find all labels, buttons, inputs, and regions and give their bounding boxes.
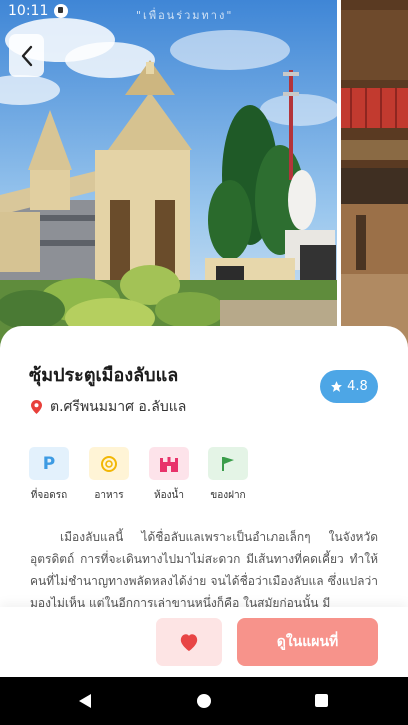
nav-home-icon[interactable]: [197, 694, 211, 708]
place-description: เมืองลับแลนี้ ได้ชื่อลับแลเพราะเป็นอำเภอ…: [30, 530, 378, 608]
amenity-parking[interactable]: P ที่จอดรถ: [19, 447, 79, 503]
hero-gallery[interactable]: [0, 0, 408, 360]
amenity-label: ที่จอดรถ: [30, 490, 68, 501]
status-bar: 10:11 "เพื่อนร่วมทาง": [0, 0, 408, 24]
amenity-food[interactable]: อาหาร: [79, 447, 139, 503]
amenity-souvenir[interactable]: ของฝาก: [198, 447, 258, 503]
notification-icon: [54, 4, 68, 18]
nav-recents-icon[interactable]: [315, 694, 328, 707]
screen: 10:11 "เพื่อนร่วมทาง" ซุ้มประตูเมืองลับแ…: [0, 0, 408, 677]
bottom-action-bar: ดูในแผนที่: [0, 607, 408, 677]
back-button[interactable]: [9, 34, 44, 77]
star-icon: [331, 381, 343, 392]
amenity-toilet[interactable]: ห้องน้ำ: [139, 447, 199, 503]
food-icon: [89, 447, 129, 480]
map-pin-icon: [31, 400, 42, 414]
location-row: ต.ศรีพนมมาศ อ.ลับแล: [31, 396, 186, 418]
toilet-icon: [149, 447, 189, 480]
location-text: ต.ศรีพนมมาศ อ.ลับแล: [50, 399, 187, 415]
rating-value: 4.8: [347, 379, 368, 394]
chevron-left-icon: [21, 45, 32, 66]
amenity-label: อาหาร: [94, 490, 124, 501]
photo-watermark: "เพื่อนร่วมทาง": [136, 9, 234, 22]
souvenir-flag-icon: [208, 447, 248, 480]
amenity-label: ห้องน้ำ: [154, 490, 184, 501]
heart-icon: [180, 634, 198, 652]
rating-badge: 4.8: [320, 370, 378, 403]
amenity-label: ของฝาก: [210, 490, 246, 501]
place-title: ซุ้มประตูเมืองลับแล: [29, 365, 179, 386]
hero-photo-next[interactable]: [341, 0, 408, 360]
favorite-button[interactable]: [156, 618, 222, 666]
parking-icon: P: [29, 447, 69, 480]
status-time: 10:11: [8, 3, 49, 19]
system-navigation-bar: [0, 677, 408, 725]
view-on-map-button[interactable]: ดูในแผนที่: [237, 618, 378, 666]
nav-back-icon[interactable]: [78, 693, 92, 709]
hero-photo-main[interactable]: [0, 0, 337, 360]
